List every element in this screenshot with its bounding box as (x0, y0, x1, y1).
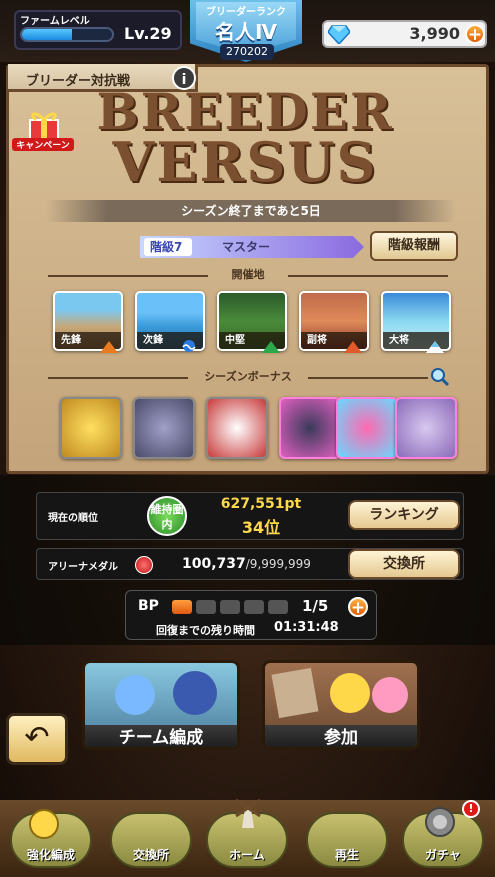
join-monster-art-icon (271, 667, 408, 719)
bonus-monster-card[interactable] (279, 397, 341, 459)
add-bp-plus-icon[interactable]: + (348, 597, 368, 618)
recover-label: 回復までの残り時間 (156, 624, 255, 637)
back-arrow-icon[interactable]: ↶ (6, 713, 68, 765)
ranking-position: 34位 (241, 518, 281, 537)
bonus-monster-card[interactable] (395, 397, 457, 459)
status-badge: 維持圏内 (147, 496, 187, 536)
bp-count: 1/5 (302, 597, 329, 615)
join-battle-label: 参加 (265, 725, 417, 747)
team-edit-label: チーム編成 (85, 725, 237, 747)
tier-label: 階級7 (150, 240, 183, 254)
divider (48, 377, 188, 379)
add-gems-plus-icon[interactable]: + (465, 24, 485, 45)
bp-label: BP (138, 598, 159, 614)
divider (48, 275, 208, 277)
team-edit-button[interactable]: チーム編成 (82, 660, 240, 750)
team-monster-art-icon (115, 671, 217, 715)
bp-segment (244, 600, 264, 614)
venue-heading: 開催地 (231, 268, 265, 281)
bonus-monster-card[interactable] (60, 397, 122, 459)
exp-progress-fill (22, 29, 72, 40)
arena-medal-value: 100,737 (182, 556, 246, 572)
nav-label: ホーム (229, 848, 265, 862)
farm-level-label: ファームレベル (20, 16, 90, 27)
player-level: Lv.29 (124, 24, 172, 43)
arena-medal-max: /9,999,999 (245, 557, 311, 571)
nav-label: ガチャ (425, 848, 461, 862)
nav-label: 交換所 (132, 848, 169, 862)
bp-segment (268, 600, 288, 614)
forest-tree-icon (262, 341, 280, 353)
tier-reward-button[interactable]: 階級報酬 (370, 231, 458, 261)
tier-name: マスター (222, 240, 271, 254)
bonus-monster-card[interactable] (133, 397, 195, 459)
season-remaining-text: シーズン終了まであと5日 (46, 200, 456, 222)
bp-segment (196, 600, 216, 614)
desert-mountain-icon (100, 341, 118, 353)
windmill-icon (235, 798, 261, 828)
notification-badge: ! (462, 800, 480, 818)
campaign-label[interactable]: キャンペーン (12, 138, 74, 151)
volcano-mountain-icon (344, 341, 362, 353)
gem-count: 3,990 (409, 24, 460, 43)
bp-segment (220, 600, 240, 614)
bonus-monster-card[interactable] (336, 397, 398, 459)
divider (308, 377, 428, 379)
breeder-versus-logo-line2: VERSUS (112, 130, 378, 194)
nav-label: 強化編成 (26, 848, 75, 862)
season-bonus-heading: シーズンボーナス (204, 370, 292, 383)
join-battle-button[interactable]: 参加 (262, 660, 420, 750)
divider (288, 275, 448, 277)
breeder-rank-name: 名人Ⅳ (215, 20, 277, 44)
search-icon[interactable] (430, 367, 450, 387)
water-wave-icon (182, 340, 196, 352)
bonus-monster-card[interactable] (206, 397, 268, 459)
ranking-button[interactable]: ランキング (348, 500, 460, 530)
ranking-points: 627,551pt (220, 496, 302, 512)
exp-progress-bar (20, 27, 114, 42)
exchange-button[interactable]: 交換所 (348, 549, 460, 579)
arena-medal-label: アリーナメダル (48, 562, 118, 573)
diamond-icon (328, 25, 350, 44)
bp-segment (172, 600, 192, 614)
arena-medal-icon (135, 556, 153, 574)
gacha-machine-icon (425, 807, 455, 837)
recover-time: 01:31:48 (274, 620, 339, 635)
current-rank-label: 現在の順位 (48, 513, 98, 524)
arena-medal-count: 100,737/9,999,999 (182, 556, 311, 572)
monster-icon (29, 809, 59, 839)
nav-label: 再生 (334, 848, 359, 862)
breeder-rank-id: 270202 (220, 44, 274, 60)
snow-mountain-icon (426, 341, 444, 353)
